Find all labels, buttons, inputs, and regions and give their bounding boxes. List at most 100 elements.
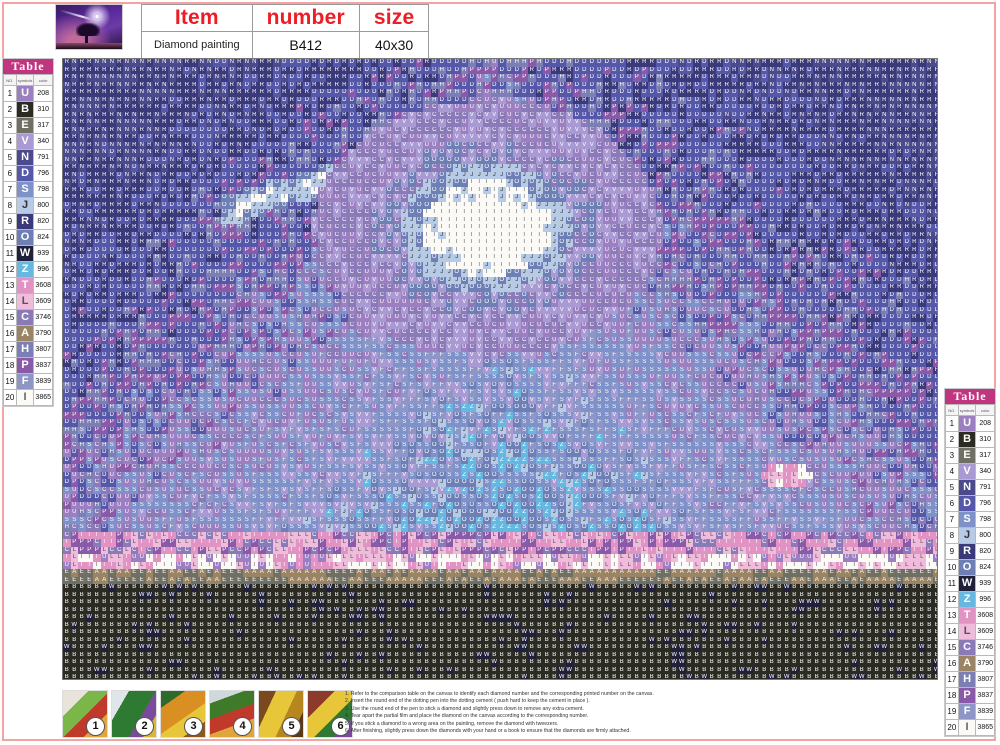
legend-row[interactable]: 18 P 3837 [4,358,53,374]
chart-cell: V [431,134,439,142]
chart-cell: D [768,194,776,202]
legend-row[interactable]: 8 J 800 [946,528,995,544]
legend-row[interactable]: 14 L 3609 [4,294,53,310]
chart-cell: D [93,359,101,367]
chart-cell: R [198,97,206,105]
chart-cell: D [326,142,334,150]
chart-cell: D [356,82,364,90]
chart-cell: N [821,142,829,150]
chart-cell: R [93,262,101,270]
chart-cell: I [476,209,484,217]
chart-cell: R [903,59,911,67]
chart-cell: D [723,179,731,187]
legend-row[interactable]: 10 O 824 [4,230,53,246]
chart-cell: C [521,119,529,127]
chart-cell: U [588,359,596,367]
chart-cell: O [416,239,424,247]
chart-cell: R [78,269,86,277]
legend-row[interactable]: 2 B 310 [4,102,53,118]
chart-cell: R [926,97,934,105]
chart-cell: D [236,164,244,172]
legend-row[interactable]: 2 B 310 [946,432,995,448]
legend-row[interactable]: 15 C 3746 [4,310,53,326]
chart-cell: N [71,172,79,180]
legend-row[interactable]: 11 W 939 [946,576,995,592]
chart-cell: D [281,142,289,150]
legend-row[interactable]: 13 T 3608 [946,608,995,624]
chart-cell: C [678,254,686,262]
chart-cell: H [521,97,529,105]
chart-cell: S [663,337,671,345]
chart-cell: H [821,299,829,307]
legend-row[interactable]: 16 A 3790 [4,326,53,342]
chart-cell: N [933,142,938,150]
legend-row[interactable]: 7 S 798 [946,512,995,528]
chart-cell: O [438,172,446,180]
chart-cell: S [611,314,619,322]
legend-row[interactable]: 10 O 824 [946,560,995,576]
legend-row[interactable]: 9 R 820 [4,214,53,230]
chart-cell: D [933,209,938,217]
chart-cell: C [176,359,184,367]
chart-cell: D [918,352,926,360]
legend-row[interactable]: 9 R 820 [946,544,995,560]
chart-cell: D [813,134,821,142]
legend-row[interactable]: 5 N 791 [4,150,53,166]
chart-cell: R [731,67,739,75]
chart-cell: P [663,157,671,165]
chart-cell: U [341,359,349,367]
chart-cell: H [708,277,716,285]
chart-cell: R [611,119,619,127]
legend-row[interactable]: 5 N 791 [946,480,995,496]
chart-cell: D [371,97,379,105]
chart-cell: D [161,367,169,375]
legend-row[interactable]: 4 V 340 [4,134,53,150]
chart-cell: D [678,187,686,195]
chart-cell: S [401,359,409,367]
chart-cell: J [236,194,244,202]
legend-row[interactable]: 3 E 317 [4,118,53,134]
chart-cell: D [378,104,386,112]
chart-cell: V [483,307,491,315]
chart-cell: R [843,97,851,105]
legend-row[interactable]: 1 U 208 [4,86,53,102]
legend-row[interactable]: 8 J 800 [4,198,53,214]
legend-row[interactable]: 14 L 3609 [946,624,995,640]
legend-row[interactable]: 15 C 3746 [946,640,995,656]
legend-row[interactable]: 17 H 3807 [4,342,53,358]
legend-row[interactable]: 13 T 3608 [4,278,53,294]
chart-cell: D [798,187,806,195]
chart-cell: J [483,187,491,195]
chart-cell: C [356,307,364,315]
chart-cell: D [176,119,184,127]
legend-row[interactable]: 4 V 340 [946,464,995,480]
legend-row[interactable]: 3 E 317 [946,448,995,464]
chart-cell: V [408,277,416,285]
chart-cell: P [146,307,154,315]
legend-row[interactable]: 20 I 3865 [4,390,53,406]
legend-row[interactable]: 17 H 3807 [946,672,995,688]
chart-cell: R [296,209,304,217]
legend-row[interactable]: 12 Z 996 [946,592,995,608]
chart-cell: P [738,224,746,232]
diamond-painting-chart[interactable]: RNRRNNNRNNNRNNNNRRNNDDNRNNRRNDDDDRDRDRDR… [62,58,938,680]
chart-cell: D [213,292,221,300]
legend-row[interactable]: 16 A 3790 [946,656,995,672]
chart-cell: R [746,67,754,75]
chart-cell: C [648,194,656,202]
chart-cell: R [243,97,251,105]
chart-cell: C [483,142,491,150]
legend-row[interactable]: 6 D 796 [946,496,995,512]
legend-row[interactable]: 1 U 208 [946,416,995,432]
legend-row[interactable]: 19 F 3839 [4,374,53,390]
legend-row[interactable]: 12 Z 996 [4,262,53,278]
chart-cell: N [123,127,131,135]
chart-cell: V [401,322,409,330]
chart-cell: D [761,194,769,202]
legend-row[interactable]: 7 S 798 [4,182,53,198]
chart-cell: D [108,314,116,322]
chart-cell: I [483,247,491,255]
chart-cell: R [933,239,938,247]
legend-row[interactable]: 11 W 939 [4,246,53,262]
legend-row[interactable]: 6 D 796 [4,166,53,182]
